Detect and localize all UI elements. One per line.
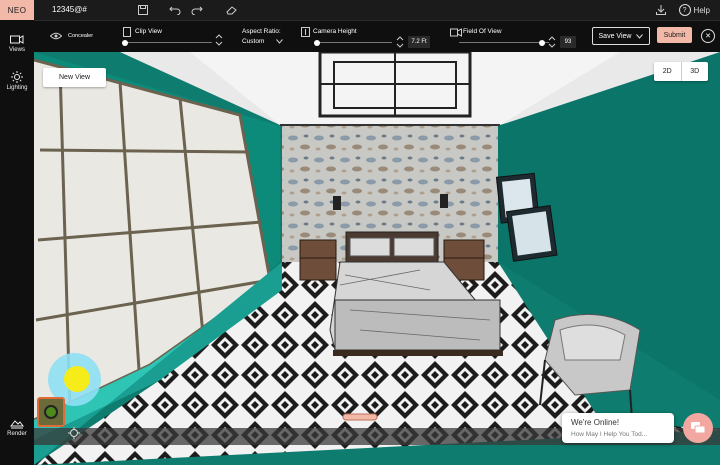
camera-marker[interactable] xyxy=(37,397,65,427)
field-of-view-label: Field Of View xyxy=(463,28,502,35)
chat-button[interactable] xyxy=(683,413,713,443)
eraser-icon[interactable] xyxy=(225,3,239,17)
help-link[interactable]: ? Help xyxy=(678,4,710,16)
render-icon xyxy=(10,420,24,429)
left-sidebar: Views Lighting Render xyxy=(0,20,34,465)
field-of-view-slider[interactable] xyxy=(459,39,549,46)
new-view-button[interactable]: New View xyxy=(43,68,106,87)
chevron-down-icon[interactable] xyxy=(272,34,286,48)
aspect-ratio-select[interactable]: Custom xyxy=(242,38,264,45)
close-icon[interactable]: ✕ xyxy=(701,29,715,43)
bedroom-render[interactable] xyxy=(34,52,720,465)
sidebar-item-lighting[interactable]: Lighting xyxy=(0,71,34,91)
sun-icon xyxy=(11,71,23,83)
save-view-label: Save View xyxy=(598,32,632,40)
help-icon: ? xyxy=(678,4,691,16)
chat-widget[interactable]: We're Online! How May I Help You Tod... xyxy=(562,413,674,443)
chevron-down-icon xyxy=(636,33,644,39)
save-view-button[interactable]: Save View xyxy=(592,27,650,45)
chat-title: We're Online! xyxy=(571,418,620,427)
clip-view-slider[interactable] xyxy=(122,39,212,46)
chat-subtitle: How May I Help You Tod... xyxy=(571,431,648,438)
camera-height-stepper[interactable] xyxy=(393,35,407,49)
camera-height-label: Camera Height xyxy=(313,28,357,35)
view-mode-2d[interactable]: 2D xyxy=(654,62,682,81)
sidebar-item-render[interactable]: Render xyxy=(0,418,34,437)
camera-height-slider[interactable] xyxy=(314,39,392,46)
camera-height-icon xyxy=(298,25,312,39)
view-mode-toggle[interactable]: 2D 3D xyxy=(654,62,708,81)
camera-views-icon xyxy=(10,35,24,44)
joystick-knob[interactable] xyxy=(64,366,90,392)
help-label: Help xyxy=(693,5,710,15)
undo-icon[interactable] xyxy=(168,3,182,17)
redo-icon[interactable] xyxy=(190,3,204,17)
concealer-label[interactable]: Concealer xyxy=(68,33,93,39)
sidebar-item-label: Lighting xyxy=(6,85,28,91)
camera-height-value[interactable]: 7.2 Ft xyxy=(408,36,430,48)
eye-icon xyxy=(49,29,63,43)
project-name[interactable]: 12345@# xyxy=(52,5,87,14)
field-of-view-icon xyxy=(449,25,463,39)
top-bar: NEO 12345@# ? Help xyxy=(0,0,720,20)
save-icon[interactable] xyxy=(136,3,150,17)
submit-button[interactable]: Submit xyxy=(657,27,692,43)
slider-knob[interactable] xyxy=(122,39,128,46)
field-of-view-value[interactable]: 93 xyxy=(560,36,576,48)
app-logo[interactable]: NEO xyxy=(0,0,34,20)
chat-bubble-icon xyxy=(691,422,705,434)
clip-view-label: Clip View xyxy=(135,28,162,35)
field-of-view-stepper[interactable] xyxy=(545,35,559,49)
sidebar-item-views[interactable]: Views xyxy=(0,34,34,53)
slider-knob[interactable] xyxy=(314,39,320,46)
sidebar-item-label: Views xyxy=(9,47,25,53)
3d-viewport[interactable] xyxy=(34,52,720,465)
sidebar-item-label: Render xyxy=(7,431,27,437)
clip-view-icon xyxy=(120,25,134,39)
download-icon[interactable] xyxy=(654,3,668,17)
clip-view-stepper[interactable] xyxy=(212,33,226,47)
view-mode-3d[interactable]: 3D xyxy=(682,62,709,81)
crosshair-icon[interactable] xyxy=(68,427,80,439)
